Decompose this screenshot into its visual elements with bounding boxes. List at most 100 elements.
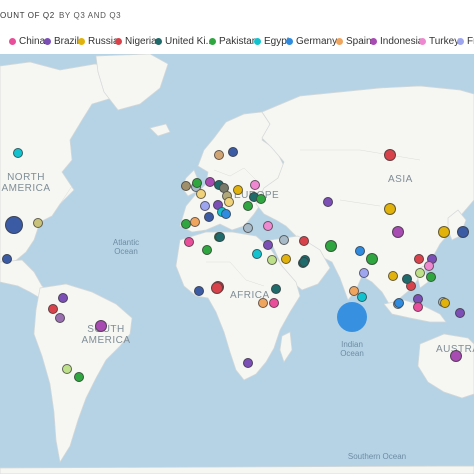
legend-item[interactable]: Indonesia [370, 36, 423, 47]
land-antarctica [0, 465, 474, 474]
legend-item[interactable]: Pakistan [209, 36, 257, 47]
map-bubble[interactable] [366, 253, 378, 265]
label-atlantic-ocean: Atlantic Ocean [112, 238, 140, 256]
map-bubble[interactable] [384, 149, 396, 161]
map-bubble[interactable] [196, 189, 206, 199]
legend-label: Spain [346, 36, 372, 47]
land-madagascar [279, 331, 293, 363]
legend-dot [155, 38, 162, 45]
map-bubble[interactable] [349, 286, 359, 296]
legend-item[interactable]: Spain [336, 36, 372, 47]
map-bubble[interactable] [58, 293, 68, 303]
map-bubble[interactable] [337, 302, 367, 332]
map-bubble[interactable] [211, 282, 223, 294]
legend-item[interactable]: Nigeria [115, 36, 157, 47]
map-bubble[interactable] [74, 372, 84, 382]
map-bubble[interactable] [388, 271, 398, 281]
map-bubble[interactable] [424, 261, 434, 271]
legend-item[interactable]: Germany [286, 36, 337, 47]
legend-item[interactable]: Russia [78, 36, 119, 47]
legend-item[interactable]: Brazil [44, 36, 79, 47]
map-bubble[interactable] [281, 254, 291, 264]
land-iceland [149, 123, 171, 137]
map-bubble[interactable] [415, 268, 425, 278]
visual-subtitle: BY Q3 AND Q3 [59, 11, 122, 20]
map-bubble[interactable] [13, 148, 23, 158]
map-bubble[interactable] [440, 298, 450, 308]
map-bubble[interactable] [263, 240, 273, 250]
legend-label: United Ki... [165, 36, 214, 47]
map-bubble[interactable] [256, 194, 266, 204]
map-bubble[interactable] [200, 201, 210, 211]
map-bubble[interactable] [455, 308, 465, 318]
legend-item[interactable]: Egypt [254, 36, 290, 47]
map-bubble[interactable] [263, 221, 273, 231]
legend-dot [370, 38, 377, 45]
map-bubble[interactable] [55, 313, 65, 323]
map-bubble[interactable] [325, 240, 337, 252]
map-bubble[interactable] [215, 232, 225, 242]
map-bubble[interactable] [181, 181, 191, 191]
map-bubble[interactable] [269, 298, 279, 308]
map-bubble[interactable] [224, 197, 234, 207]
map-bubble[interactable] [271, 284, 281, 294]
map-bubble[interactable] [190, 217, 200, 227]
map-bubble[interactable] [221, 209, 231, 219]
map-bubble[interactable] [184, 237, 194, 247]
legend-dot [336, 38, 343, 45]
label-indian-ocean: Indian Ocean [340, 340, 364, 358]
map-bubble[interactable] [194, 286, 204, 296]
legend-dot [78, 38, 85, 45]
map-bubble[interactable] [357, 292, 367, 302]
map-bubble[interactable] [2, 254, 12, 264]
map-bubble[interactable] [48, 304, 58, 314]
legend-dot [254, 38, 261, 45]
map-bubble[interactable] [233, 185, 243, 195]
map-bubble[interactable] [392, 226, 404, 238]
map-bubble[interactable] [33, 218, 43, 228]
map-bubble[interactable] [413, 302, 423, 312]
map-bubble[interactable] [438, 226, 450, 238]
map-bubble[interactable] [299, 236, 309, 246]
map-bubble[interactable] [95, 320, 107, 332]
legend-item[interactable]: United Ki... [155, 36, 214, 47]
map-bubble[interactable] [243, 201, 253, 211]
legend-item[interactable]: Turkey [419, 36, 459, 47]
map-bubble[interactable] [214, 150, 224, 160]
legend-label: Turkey [429, 36, 460, 47]
legend-dot [115, 38, 122, 45]
map-bubble[interactable] [323, 197, 333, 207]
legend-label: Brazil [54, 36, 80, 47]
map-bubble[interactable] [243, 223, 253, 233]
map-bubble[interactable] [202, 245, 212, 255]
map-bubble[interactable] [267, 255, 277, 265]
map-bubble[interactable] [450, 350, 462, 362]
map-bubble[interactable] [250, 180, 260, 190]
map-bubble[interactable] [299, 257, 309, 267]
map-bubble[interactable] [414, 254, 424, 264]
map-bubble[interactable] [258, 298, 268, 308]
map-bubble[interactable] [252, 249, 262, 259]
label-southern-ocean: Southern Ocean [347, 452, 407, 461]
map-bubble[interactable] [394, 298, 404, 308]
map-canvas[interactable]: NORTH AMERICA SOUTH AMERICA AFRICA EUROP… [0, 54, 474, 474]
map-bubble[interactable] [457, 226, 469, 238]
map-bubble[interactable] [62, 364, 72, 374]
map-bubble[interactable] [228, 147, 238, 157]
map-bubble[interactable] [355, 246, 365, 256]
legend-label: China [19, 36, 46, 47]
map-bubble[interactable] [426, 272, 436, 282]
map-bubble[interactable] [279, 235, 289, 245]
label-north-america: NORTH AMERICA [1, 172, 51, 194]
visual-header: OUNT OF Q2 BY Q3 AND Q3 [0, 0, 474, 31]
legend-item[interactable]: Fr [457, 36, 474, 47]
map-bubble[interactable] [359, 268, 369, 278]
map-bubble[interactable] [204, 212, 214, 222]
map-bubble[interactable] [384, 203, 396, 215]
legend-dot [44, 38, 51, 45]
map-bubble[interactable] [5, 216, 23, 234]
map-bubble[interactable] [192, 178, 202, 188]
legend-item[interactable]: China [9, 36, 45, 47]
map-bubble[interactable] [243, 358, 253, 368]
map-bubble[interactable] [402, 274, 412, 284]
